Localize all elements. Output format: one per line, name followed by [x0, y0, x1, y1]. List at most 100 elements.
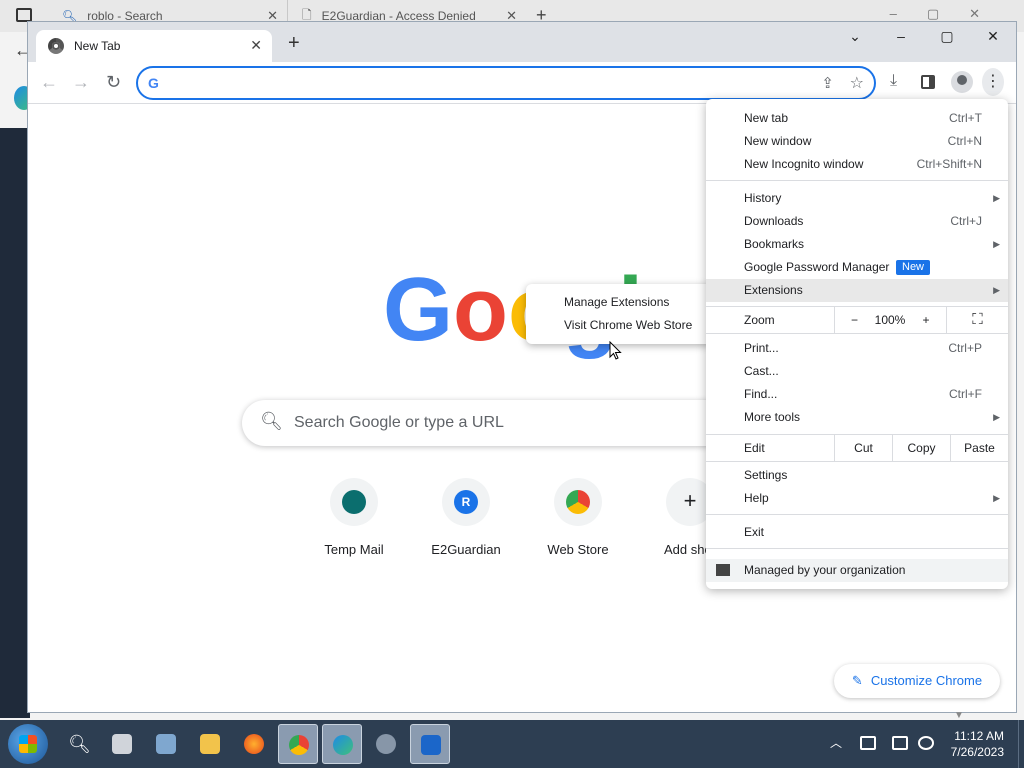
menu-item-managed[interactable]: Managed by your organization [706, 559, 1008, 582]
temp-mail-icon [342, 490, 366, 514]
menu-item-extensions[interactable]: Extensions ▶ [706, 279, 1008, 302]
menu-item-password-manager[interactable]: Google Password Manager New [706, 256, 1008, 279]
bookmark-star-icon[interactable]: ☆ [850, 73, 864, 93]
taskbar-chrome[interactable] [278, 724, 318, 764]
download-icon[interactable]: ⤓ [890, 72, 897, 90]
taskbar-app[interactable] [410, 724, 450, 764]
shortcut-label: Web Store [547, 542, 609, 557]
paste-button[interactable]: Paste [950, 435, 1008, 461]
menu-separator [706, 514, 1008, 515]
menu-item-new-window[interactable]: New window Ctrl+N [706, 130, 1008, 153]
taskbar-settings[interactable] [366, 724, 406, 764]
windows-logo-icon [19, 735, 37, 753]
e2guardian-icon: R [454, 490, 478, 514]
submenu-arrow-icon: ▶ [993, 493, 1000, 503]
new-tab-button[interactable]: + [288, 32, 300, 55]
chrome-icon [48, 38, 64, 54]
show-desktop-button[interactable] [1018, 720, 1024, 768]
window-controls-icon[interactable]: –▢✕ [890, 6, 1010, 22]
menu-item-downloads[interactable]: Downloads Ctrl+J [706, 210, 1008, 233]
search-icon: 🔍︎ [62, 9, 78, 23]
menu-item-new-tab[interactable]: New tab Ctrl+T [706, 107, 1008, 130]
menu-item-visit-web-store[interactable]: Visit Chrome Web Store [526, 315, 714, 338]
taskbar-search[interactable]: 🔍︎ [58, 724, 98, 764]
maximize-icon[interactable]: ▢ [924, 22, 970, 50]
menu-item-new-incognito[interactable]: New Incognito window Ctrl+Shift+N [706, 153, 1008, 176]
taskbar-edge[interactable] [322, 724, 362, 764]
shortcut-temp-mail[interactable]: Temp Mail [304, 478, 404, 557]
ntp-search-box[interactable]: 🔍︎ Search Google or type a URL [242, 400, 772, 446]
chart-icon [156, 734, 176, 754]
menu-item-label: Managed by your organization [744, 563, 906, 577]
taskbar-app[interactable] [102, 724, 142, 764]
menu-separator [706, 548, 1008, 549]
menu-item-more-tools[interactable]: More tools ▶ [706, 406, 1008, 429]
menu-item-print[interactable]: Print... Ctrl+P [706, 337, 1008, 360]
tab-strip: New Tab ✕ + ⌄ – ▢ ✕ [28, 22, 1016, 62]
shortcut-tile [554, 478, 602, 526]
menu-item-find[interactable]: Find... Ctrl+F [706, 383, 1008, 406]
customize-chrome-button[interactable]: ✎ Customize Chrome [834, 664, 1000, 698]
menu-item-history[interactable]: History ▶ [706, 187, 1008, 210]
copy-button[interactable]: Copy [892, 435, 950, 461]
shortcut-tile: R [442, 478, 490, 526]
firefox-icon [244, 734, 264, 754]
menu-item-help[interactable]: Help ▶ [706, 487, 1008, 510]
profile-avatar-icon[interactable] [951, 71, 973, 93]
side-panel-icon[interactable] [921, 75, 935, 89]
menu-item-label: New tab [744, 111, 789, 125]
menu-separator [706, 180, 1008, 181]
clock[interactable]: 11:12 AM 7/26/2023 [946, 728, 1004, 760]
taskbar-firefox[interactable] [234, 724, 274, 764]
tab-new-tab[interactable]: New Tab ✕ [36, 30, 272, 62]
share-icon[interactable]: ⇪ [821, 74, 834, 92]
close-tab-icon[interactable]: ✕ [250, 37, 262, 54]
cut-button[interactable]: Cut [834, 435, 892, 461]
menu-item-label: Google Password Manager [744, 260, 890, 274]
show-hidden-icons-icon[interactable]: ︿ [830, 734, 842, 751]
fullscreen-icon[interactable]: ⛶ [946, 307, 1008, 333]
tab-search-icon[interactable]: ⌄ [832, 22, 878, 50]
logo-letter: o [453, 260, 508, 360]
menu-item-exit[interactable]: Exit [706, 521, 1008, 544]
menu-item-label: Exit [744, 525, 765, 539]
close-window-icon[interactable]: ✕ [970, 22, 1016, 50]
submenu-arrow-icon: ▶ [993, 193, 1000, 203]
submenu-arrow-icon: ▶ [993, 239, 1000, 249]
sidebar-toggle-icon[interactable] [16, 8, 32, 22]
cloud-icon[interactable] [860, 736, 876, 750]
search-placeholder: Search Google or type a URL [294, 414, 504, 431]
menu-item-shortcut: Ctrl+Shift+N [916, 157, 982, 171]
volume-icon[interactable] [918, 736, 934, 750]
chrome-menu-icon[interactable]: ⋮ [982, 68, 1004, 96]
forward-icon[interactable]: → [72, 72, 90, 93]
chrome-icon [289, 735, 309, 755]
shortcut-e2guardian[interactable]: R E2Guardian [416, 478, 516, 557]
extensions-submenu: Manage Extensions Visit Chrome Web Store [526, 284, 714, 344]
menu-item-bookmarks[interactable]: Bookmarks ▶ [706, 233, 1008, 256]
menu-item-shortcut: Ctrl+N [947, 134, 982, 148]
taskbar: 🔍︎ ︿ 11:12 AM 7/26/2023 [0, 720, 1024, 768]
back-icon[interactable]: ← [40, 72, 58, 93]
taskbar-app[interactable] [146, 724, 186, 764]
network-icon[interactable] [892, 736, 908, 750]
menu-row-zoom: Zoom − 100% + ⛶ [706, 307, 1008, 333]
taskbar-file-explorer[interactable] [190, 724, 230, 764]
address-bar[interactable]: G ⇪ ☆ [136, 66, 876, 100]
start-button[interactable] [8, 724, 48, 764]
zoom-out-button[interactable]: − [834, 307, 874, 333]
shortcut-web-store[interactable]: Web Store [528, 478, 628, 557]
menu-item-label: Extensions [744, 283, 803, 297]
search-icon: 🔍︎ [68, 734, 91, 754]
menu-item-manage-extensions[interactable]: Manage Extensions [526, 292, 714, 315]
menu-item-settings[interactable]: Settings [706, 464, 1008, 487]
edit-label: Edit [744, 441, 765, 455]
web-store-icon [566, 490, 590, 514]
menu-item-cast[interactable]: Cast... [706, 360, 1008, 383]
menu-item-label: Settings [744, 468, 788, 482]
minimize-icon[interactable]: – [878, 22, 924, 50]
zoom-in-button[interactable]: + [906, 307, 946, 333]
reload-icon[interactable]: ↻ [106, 72, 121, 93]
window-controls: ⌄ – ▢ ✕ [832, 22, 1016, 50]
tab-label: E2Guardian - Access Denied [321, 9, 476, 23]
